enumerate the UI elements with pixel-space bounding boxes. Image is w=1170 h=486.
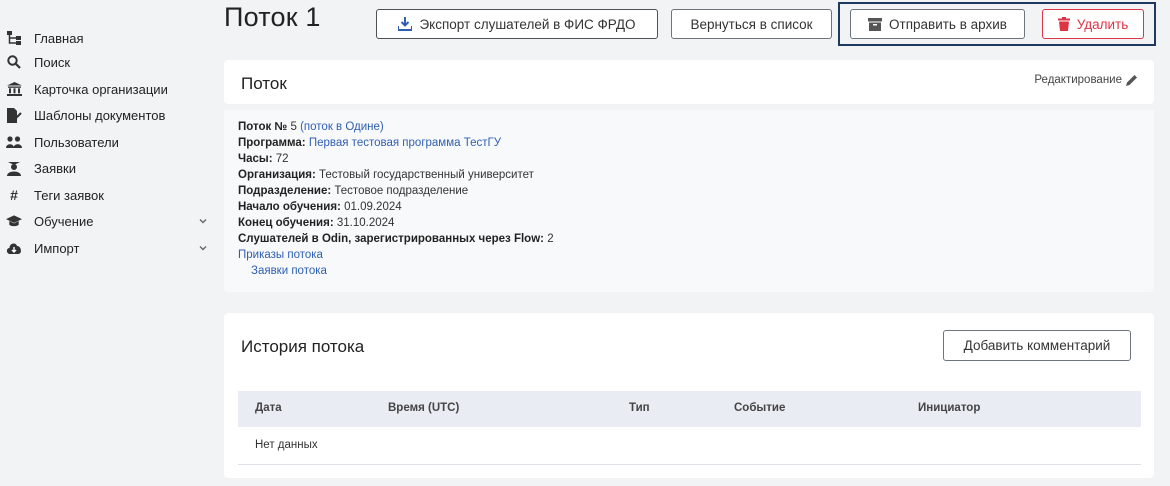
sidebar-item-label: Пользователи — [34, 134, 119, 150]
sidebar-item-org-card[interactable]: Карточка организации — [6, 78, 212, 100]
file-signature-icon — [6, 107, 22, 123]
hashtag-icon: # — [10, 187, 18, 203]
page-title: Поток 1 — [224, 2, 321, 32]
flow-history-card: История потока Добавить комментарий Дата… — [224, 313, 1154, 478]
sidebar-item-education[interactable]: Обучение — [6, 210, 212, 232]
users-icon — [6, 134, 22, 150]
sidebar-item-label: Карточка организации — [34, 81, 168, 97]
field-label: Конец обучения: — [238, 217, 334, 229]
flow-card-header: Поток Редактирование — [224, 60, 1154, 104]
column-header-event[interactable]: Событие — [734, 402, 785, 414]
field-label: Организация: — [238, 169, 316, 181]
university-icon — [6, 81, 22, 97]
field-value: 01.09.2024 — [344, 201, 402, 213]
back-to-list-button[interactable]: Вернуться в список — [671, 9, 832, 39]
add-comment-button[interactable]: Добавить комментарий — [943, 330, 1131, 361]
field-label: Поток № — [238, 121, 288, 133]
archive-icon — [868, 17, 883, 31]
sidebar-item-import[interactable]: Импорт — [6, 237, 212, 259]
edit-link[interactable]: Редактирование — [1034, 74, 1138, 86]
export-fis-frdo-button[interactable]: Экспорт слушателей в ФИС ФРДО — [376, 9, 658, 39]
flow-card-body: Поток № 5 (поток в Одине) Программа: Пер… — [224, 110, 1154, 292]
sidebar-item-label: Теги заявок — [34, 187, 104, 203]
sitemap-icon — [6, 30, 22, 46]
field-start-date: Начало обучения: 01.09.2024 — [238, 199, 402, 215]
trash-icon — [1057, 17, 1070, 31]
odin-flow-link[interactable]: (поток в Одине) — [300, 121, 384, 133]
flow-orders-link[interactable]: Приказы потока — [238, 247, 323, 263]
cloud-download-icon — [6, 240, 22, 256]
sidebar-item-doc-templates[interactable]: Шаблоны документов — [6, 104, 212, 126]
field-value: 31.10.2024 — [336, 217, 395, 229]
field-students-count: Слушателей в Odin, зарегистрированных че… — [238, 231, 554, 247]
archive-button[interactable]: Отправить в архив — [850, 9, 1025, 39]
field-value: Тестовое подразделение — [334, 185, 469, 197]
sidebar-item-label: Обучение — [34, 213, 94, 229]
field-label: Подразделение: — [238, 185, 332, 197]
field-value: 72 — [275, 153, 289, 165]
chevron-down-icon[interactable] — [198, 241, 208, 256]
field-value: 5 — [290, 121, 297, 133]
chevron-down-icon[interactable] — [198, 214, 208, 229]
edit-link-label: Редактирование — [1034, 74, 1122, 86]
field-value: 2 — [547, 233, 554, 245]
archive-button-label: Отправить в архив — [889, 16, 1007, 32]
field-value: Тестовый государственный университет — [319, 169, 534, 181]
export-button-label: Экспорт слушателей в ФИС ФРДО — [419, 16, 636, 32]
graduation-cap-icon — [6, 213, 22, 229]
flow-requests-link[interactable]: Заявки потока — [251, 263, 327, 279]
sidebar-item-home[interactable]: Главная — [6, 27, 212, 49]
history-table-header: Дата Время (UTC) Тип Событие Инициатор — [238, 391, 1141, 427]
program-link[interactable]: Первая тестовая программа ТестГУ — [309, 137, 501, 149]
column-header-type[interactable]: Тип — [629, 402, 650, 414]
field-flow-number: Поток № 5 (поток в Одине) — [238, 119, 384, 135]
empty-state-text: Нет данных — [255, 439, 318, 451]
search-icon — [6, 54, 22, 70]
sidebar-item-label: Главная — [34, 30, 84, 46]
column-header-date[interactable]: Дата — [255, 402, 282, 414]
field-hours: Часы: 72 — [238, 151, 289, 167]
sidebar-item-label: Заявки — [34, 160, 76, 176]
download-icon — [398, 17, 413, 31]
field-organization: Организация: Тестовый государственный ун… — [238, 167, 534, 183]
field-label: Слушателей в Odin, зарегистрированных че… — [238, 233, 544, 245]
flow-card-title: Поток — [241, 74, 287, 93]
sidebar-item-label: Поиск — [34, 54, 71, 70]
delete-button[interactable]: Удалить — [1042, 9, 1144, 39]
field-label: Начало обучения: — [238, 201, 341, 213]
column-header-time[interactable]: Время (UTC) — [388, 402, 459, 414]
delete-button-label: Удалить — [1076, 16, 1129, 32]
pencil-icon — [1126, 74, 1138, 86]
sidebar-item-label: Шаблоны документов — [34, 107, 166, 123]
sidebar-item-requests[interactable]: Заявки — [6, 157, 212, 179]
history-card-title: История потока — [241, 337, 365, 356]
column-header-initiator[interactable]: Инициатор — [918, 402, 980, 414]
field-end-date: Конец обучения: 31.10.2024 — [238, 215, 394, 231]
user-graduate-icon — [6, 160, 22, 176]
sidebar: Главная Поиск Карточка организации Шабло… — [0, 0, 215, 486]
sidebar-item-search[interactable]: Поиск — [6, 51, 212, 73]
table-row-empty: Нет данных — [238, 427, 1141, 465]
field-label: Программа: — [238, 137, 306, 149]
field-program: Программа: Первая тестовая программа Тес… — [238, 135, 501, 151]
sidebar-item-label: Импорт — [34, 240, 80, 256]
field-department: Подразделение: Тестовое подразделение — [238, 183, 468, 199]
field-label: Часы: — [238, 153, 273, 165]
sidebar-item-users[interactable]: Пользователи — [6, 131, 212, 153]
sidebar-item-request-tags[interactable]: # Теги заявок — [6, 184, 212, 206]
